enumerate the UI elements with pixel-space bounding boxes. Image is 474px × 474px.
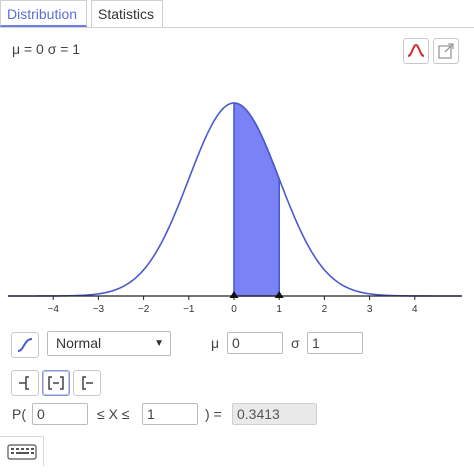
export-icon xyxy=(438,43,454,59)
parameters-summary: μ = 0 σ = 1 xyxy=(12,41,81,57)
right-bracket-icon xyxy=(82,376,93,390)
mu-label: μ xyxy=(211,335,220,351)
interval-bracket-icon xyxy=(48,376,64,390)
chevron-down-icon: ▼ xyxy=(154,338,164,349)
tab-bar: Distribution Statistics xyxy=(0,0,474,28)
keyboard-button[interactable] xyxy=(0,436,44,466)
tab-statistics[interactable]: Statistics xyxy=(91,0,163,27)
shaded-probability-area xyxy=(233,102,280,297)
cumulative-curve-icon xyxy=(17,338,33,352)
x-tick-label: −4 xyxy=(47,304,59,315)
sigma-input[interactable]: 1 xyxy=(307,332,363,354)
x-tick-label: 0 xyxy=(231,304,237,315)
left-sided-button[interactable] xyxy=(11,370,39,396)
distribution-select-value: Normal xyxy=(56,335,102,351)
x-tick-label: −2 xyxy=(138,304,150,315)
sigma-label: σ xyxy=(291,335,300,351)
probability-prefix: P( xyxy=(12,406,26,422)
x-tick-label: −1 xyxy=(183,304,195,315)
normal-curve-icon xyxy=(407,43,425,57)
upper-bound-input[interactable]: 1 xyxy=(142,403,198,425)
x-tick-label: 2 xyxy=(322,304,328,315)
cumulative-toggle-button[interactable] xyxy=(11,332,39,358)
left-bracket-icon xyxy=(19,376,29,390)
tab-distribution[interactable]: Distribution xyxy=(0,0,87,27)
x-tick-label: 1 xyxy=(276,304,282,315)
x-tick-label: 3 xyxy=(367,304,373,315)
inequality-text: ≤ X ≤ xyxy=(97,406,130,422)
right-sided-button[interactable] xyxy=(73,370,101,396)
export-button[interactable] xyxy=(433,38,459,64)
x-tick-label: 4 xyxy=(412,304,418,315)
interval-button[interactable] xyxy=(42,370,70,396)
keyboard-icon xyxy=(7,444,37,460)
mu-input[interactable]: 0 xyxy=(227,332,283,354)
lower-bound-input[interactable]: 0 xyxy=(32,403,88,425)
x-tick-label: −3 xyxy=(93,304,105,315)
probability-result: 0.3413 xyxy=(232,403,317,425)
normal-curve-button[interactable] xyxy=(403,38,429,64)
distribution-chart: −4 −3 −2 −1 0 1 2 3 4 xyxy=(8,102,462,315)
equals-text: ) = xyxy=(205,406,222,422)
distribution-select[interactable]: Normal ▼ xyxy=(47,331,171,356)
